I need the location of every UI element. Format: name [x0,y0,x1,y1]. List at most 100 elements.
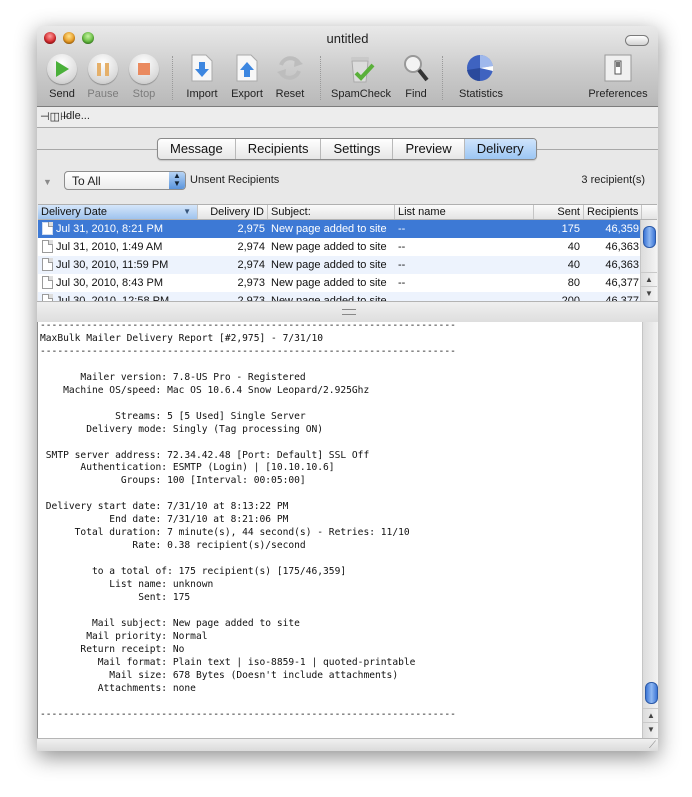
pause-icon [88,54,118,84]
document-icon [42,258,53,271]
column-header-subject[interactable]: Subject: [268,205,395,219]
table-row[interactable]: Jul 30, 2010, 11:59 PM 2,974 New page adde… [38,256,641,274]
cell-recipients: 46,359 [605,223,639,235]
cell-list: -- [398,241,406,253]
resize-grip-icon[interactable]: ⟋ [649,740,656,751]
scroll-up-arrow-icon[interactable]: ▲ [641,272,657,287]
statistics-button[interactable]: Statistics [452,52,510,100]
table-row[interactable]: Jul 31, 2010, 1:49 AM 2,974 New page added… [38,238,641,256]
switch-icon [604,54,632,85]
app-window: untitled Send Pause Stop Import Export R… [37,26,658,751]
reset-icon [275,53,305,86]
cell-sent: 40 [567,259,580,271]
cell-subject: New page added to site [271,277,387,289]
column-header-recipients[interactable]: Recipients [584,205,642,219]
pie-chart-icon [465,53,497,86]
cell-sent: 80 [567,277,580,289]
scroll-down-arrow-icon[interactable]: ▼ [643,722,658,737]
toolbar-separator [320,56,322,100]
cell-date: Jul 31, 2010, 8:21 PM [56,223,164,235]
import-button[interactable]: Import [182,52,222,100]
import-icon [191,54,213,85]
recipient-count: 3 recipient(s) [581,174,645,186]
unsent-recipients-label: Unsent Recipients [190,174,280,186]
window-bottom-bar: ⟋ [37,738,658,751]
column-label: Subject: [271,206,311,218]
cell-subject: New page added to site [271,223,387,235]
table-row[interactable]: Jul 30, 2010, 8:43 PM 2,973 New page added… [38,274,641,292]
sort-descending-icon: ▼ [183,207,191,216]
document-icon [42,240,53,253]
magnifier-icon [402,53,430,86]
cell-date: Jul 30, 2010, 11:59 PM [56,259,169,271]
tab-recipients[interactable]: Recipients [236,139,322,159]
column-header-delivery-date[interactable]: Delivery Date ▼ [38,205,198,219]
cell-list: -- [398,223,406,235]
column-label: Delivery Date [41,206,108,218]
cell-list: -- [398,259,406,271]
column-label: Sent [557,206,580,218]
disclosure-triangle-icon[interactable]: ▼ [43,177,52,187]
column-label: Recipients [587,206,639,218]
spamcheck-icon [347,52,375,87]
export-label: Export [231,88,263,100]
stop-icon [129,54,159,84]
pause-button[interactable]: Pause [85,52,121,100]
play-icon [47,54,77,84]
scroll-thumb[interactable] [643,226,656,248]
cell-id: 2,973 [237,277,265,289]
import-label: Import [186,88,218,100]
tab-segmented-control: Message Recipients Settings Preview Deli… [157,138,537,160]
cell-recipients: 46,377 [605,277,639,289]
updown-arrows-icon: ▲ ▼ [169,172,185,189]
reset-button[interactable]: Reset [272,52,308,100]
column-header-delivery-id[interactable]: Delivery ID [198,205,268,219]
cell-date: Jul 30, 2010, 8:43 PM [56,277,164,289]
tab-preview[interactable]: Preview [393,139,465,159]
tab-bar: Message Recipients Settings Preview Deli… [37,128,658,163]
toolbar-separator [442,56,444,100]
tab-message[interactable]: Message [158,139,236,159]
document-icon [42,276,53,289]
statistics-label: Statistics [458,88,503,100]
delivery-report-text: ----------------------------------------… [40,322,456,720]
title-bar: untitled Send Pause Stop Import Export R… [37,26,658,107]
export-button[interactable]: Export [227,52,267,100]
column-label: List name [398,206,446,218]
report-scrollbar[interactable]: ▲ ▼ [642,322,658,738]
cell-sent: 40 [567,241,580,253]
table-scrollbar[interactable]: ▲ ▼ [640,220,657,302]
cell-date: Jul 31, 2010, 1:49 AM [56,241,163,253]
recipient-filter-value: To All [72,174,101,188]
scroll-thumb[interactable] [645,682,658,704]
recipient-filter-select[interactable]: To All ▲ ▼ [64,171,186,190]
scroll-up-arrow-icon[interactable]: ▲ [643,708,658,723]
stop-label: Stop [132,88,156,100]
find-button[interactable]: Find [399,52,433,100]
scroll-down-arrow-icon[interactable]: ▼ [641,286,657,301]
toolbar-toggle-button[interactable] [625,35,649,46]
column-label: Delivery ID [210,206,264,218]
column-header-list-name[interactable]: List name [395,205,534,219]
preferences-button[interactable]: Preferences [585,52,651,100]
spamcheck-button[interactable]: SpamCheck [328,52,394,100]
table-row[interactable]: Jul 31, 2010, 8:21 PM 2,975 New page added… [38,220,641,238]
preferences-label: Preferences [588,88,648,100]
stop-button[interactable]: Stop [127,52,161,100]
column-header-sent[interactable]: Sent [534,205,584,219]
toolbar-separator [172,56,174,100]
cell-id: 2,975 [237,223,265,235]
split-view-divider[interactable] [37,301,658,323]
cell-subject: New page added to site [271,241,387,253]
delivery-report-view: ----------------------------------------… [37,322,658,738]
cell-subject: New page added to site [271,259,387,271]
cell-id: 2,974 [237,259,265,271]
send-button[interactable]: Send [45,52,79,100]
window-title: untitled [326,31,369,46]
tab-settings[interactable]: Settings [321,139,394,159]
pause-label: Pause [87,88,119,100]
spamcheck-label: SpamCheck [331,88,391,100]
tab-delivery[interactable]: Delivery [464,139,536,159]
cell-recipients: 46,363 [605,241,639,253]
find-label: Find [405,88,427,100]
